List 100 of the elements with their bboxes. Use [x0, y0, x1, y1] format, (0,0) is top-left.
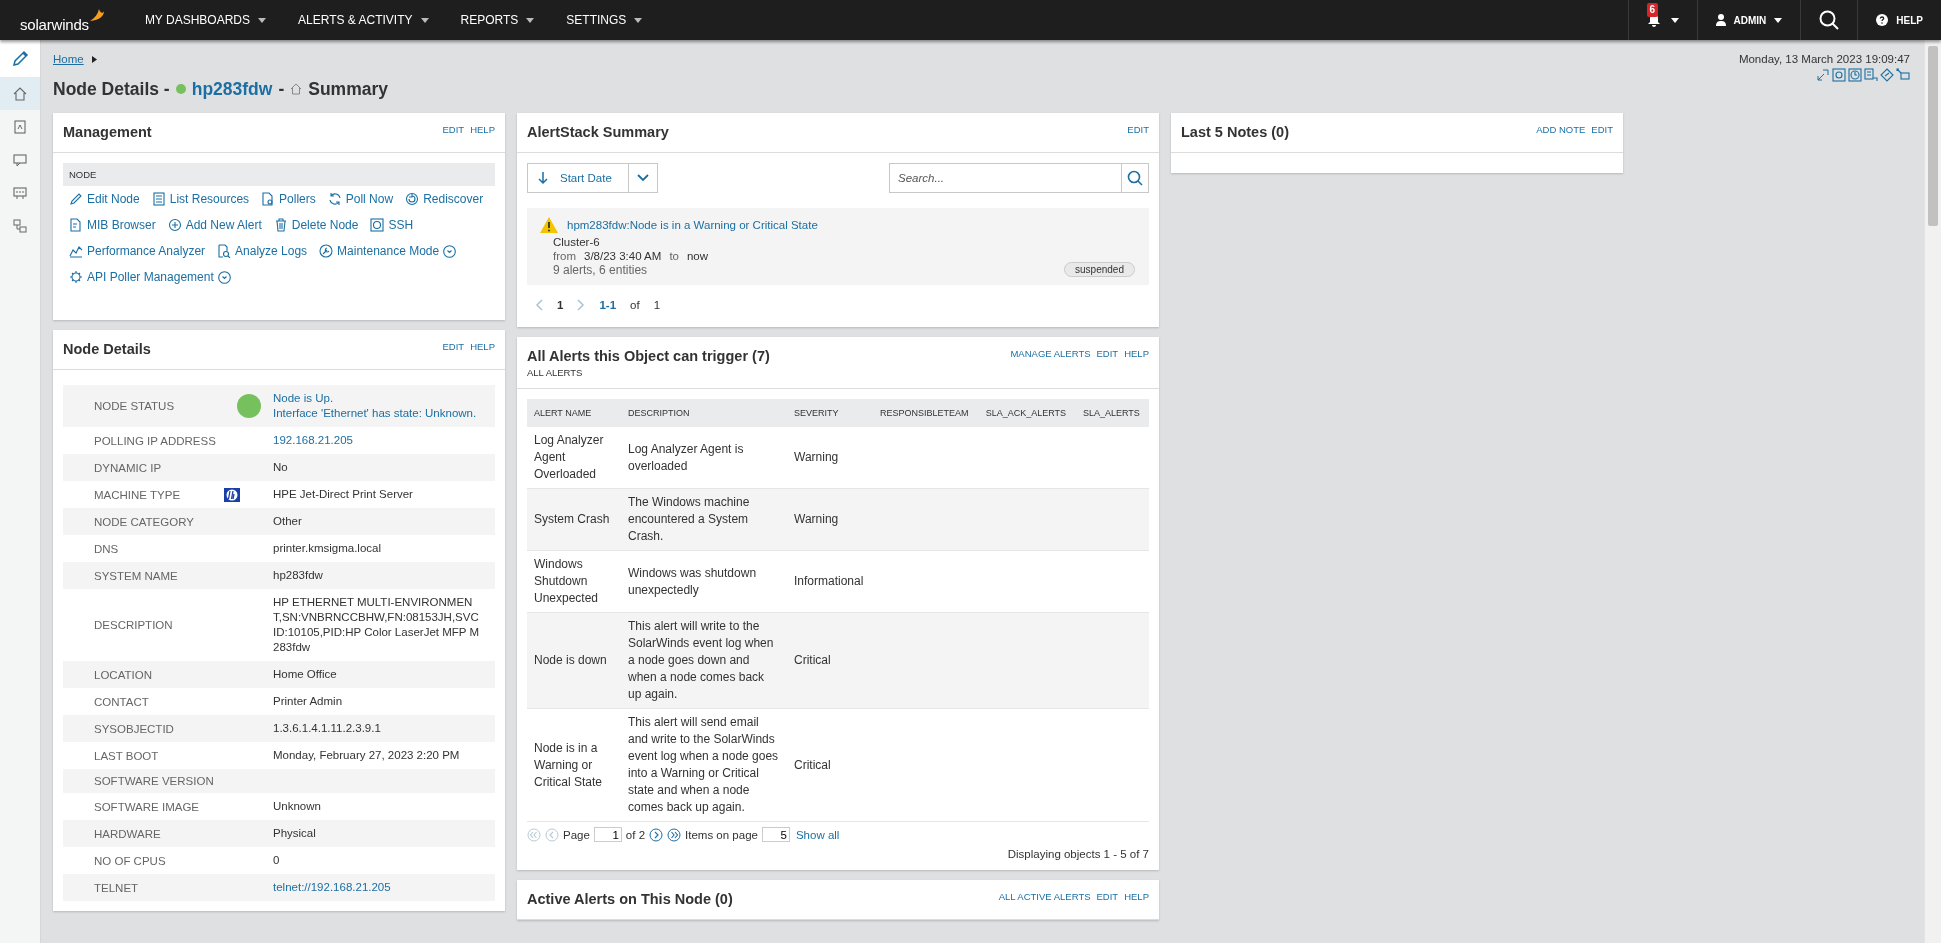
previous-page-icon[interactable] — [545, 827, 559, 842]
to-label: to — [669, 250, 679, 262]
column-header: DESCRIPTION — [621, 399, 787, 427]
management-link[interactable]: Maintenance Mode — [337, 244, 440, 258]
panel-action-link[interactable]: EDIT — [1127, 124, 1149, 142]
items-field[interactable]: 5 — [761, 827, 790, 842]
warning-icon — [539, 216, 559, 234]
panel-action-link[interactable]: HELP — [1124, 891, 1149, 909]
field-value: HPE Jet-Direct Print Server — [273, 488, 413, 500]
field-label: SYSOBJECTID — [63, 715, 224, 742]
management-link[interactable]: MIB Browser — [87, 218, 156, 232]
notification-badge: 6 — [1646, 3, 1659, 17]
management-link[interactable]: Rediscover — [423, 192, 484, 206]
caret-icon — [1670, 17, 1679, 23]
list-icon — [151, 192, 166, 206]
chevron-left-icon[interactable] — [535, 299, 543, 311]
page-field[interactable]: 1 — [593, 827, 622, 842]
search-field[interactable]: Search... — [889, 163, 1121, 193]
panel-action-link[interactable]: MANAGE ALERTS — [1010, 348, 1091, 378]
field-label: HARDWARE — [63, 820, 224, 847]
user-icon — [1715, 14, 1726, 26]
nav-menu[interactable]: SETTINGS — [550, 0, 659, 40]
table-cell: Warning — [787, 427, 873, 489]
end-time: now — [686, 250, 709, 262]
scrollbar-thumb[interactable] — [1928, 46, 1938, 226]
table-cell: The Windows machine encountered a System Crash. — [621, 488, 787, 551]
page-number[interactable]: 1 — [557, 299, 564, 311]
panel-action-link[interactable]: EDIT — [1096, 348, 1119, 378]
management-link[interactable]: Poll Now — [345, 192, 394, 206]
items-label: Items on page — [685, 828, 758, 841]
alert-link[interactable]: hpm283fdw:Node is in a Warning or Critical State — [567, 219, 818, 231]
field-label: DYNAMIC IP — [63, 454, 224, 481]
management-link[interactable]: Delete Node — [291, 218, 359, 232]
table-cell: Warning — [787, 488, 873, 551]
notifications-button[interactable]: 6 — [1627, 0, 1697, 40]
chevron-down-icon[interactable] — [217, 270, 231, 284]
page-label: Page — [563, 828, 590, 841]
scrollbar[interactable] — [1924, 40, 1941, 943]
panel-title: All Alerts this Object can trigger (7) — [527, 348, 770, 364]
management-link[interactable]: Add New Alert — [185, 218, 262, 232]
panel-title: Management — [63, 124, 152, 140]
trash-icon — [273, 218, 288, 232]
caret-icon — [526, 17, 535, 23]
column-header: RESPONSIBLETEAM — [872, 399, 979, 427]
next-page-icon[interactable] — [649, 827, 664, 842]
home-icon — [290, 83, 303, 95]
table-cell: Node is down — [527, 612, 621, 709]
panel-action-link[interactable]: EDIT — [442, 124, 465, 142]
arrow-down-icon — [538, 171, 548, 185]
field-link[interactable]: 192.168.21.205 — [273, 434, 353, 446]
chevron-down-icon[interactable] — [443, 244, 457, 258]
management-link[interactable]: Performance Analyzer — [87, 244, 206, 258]
panel-action-link[interactable]: ADD NOTE — [1536, 124, 1586, 142]
panel-action-link[interactable]: EDIT — [442, 341, 465, 359]
panel-action-link[interactable]: EDIT — [1591, 124, 1613, 142]
date-time: Monday, 13 March 2023 19:09:47 — [1738, 53, 1910, 65]
first-page-icon[interactable] — [527, 827, 541, 842]
node-name[interactable]: hp283fdw — [191, 78, 273, 100]
search-icon — [1819, 10, 1840, 30]
user-menu[interactable]: ADMIN — [1696, 0, 1801, 40]
status-text[interactable]: Node is Up. — [273, 391, 481, 406]
chevron-right-icon[interactable] — [577, 299, 586, 311]
expand-icon[interactable] — [1816, 68, 1830, 82]
page-count: of 2 — [625, 828, 646, 841]
clock-icon[interactable] — [1848, 68, 1862, 82]
panel-title: Last 5 Notes (0) — [1181, 124, 1289, 140]
last-page-icon[interactable] — [667, 827, 682, 842]
table-cell: Node is in a Warning or Critical State — [527, 708, 621, 822]
status-badge: suspended — [1064, 262, 1135, 277]
edit-button[interactable] — [0, 40, 40, 77]
logo-text[interactable]: solarwinds — [20, 15, 89, 33]
hp-logo-icon — [224, 487, 240, 502]
show-all-link[interactable]: Show all — [795, 828, 840, 841]
panel-action-link[interactable]: HELP — [470, 124, 495, 142]
pencil-icon — [11, 49, 29, 68]
field-value: HP ETHERNET MULTI-ENVIRONMENT,SN:VNBRNCCBHW,FN:08153JH,SVCID:10105,PID:HP Color LaserJet MFP M283fdw — [273, 596, 480, 653]
management-link[interactable]: API Poller Management — [87, 270, 214, 284]
management-link[interactable]: Analyze Logs — [235, 244, 308, 258]
field-value: 1.3.6.1.4.1.11.2.3.9.1 — [273, 722, 381, 734]
diamond-icon[interactable] — [1880, 68, 1894, 82]
breadcrumb-link[interactable]: Home — [53, 53, 84, 65]
alert-counts: 9 alerts, 6 entities — [553, 263, 648, 277]
field-value: Home Office — [273, 668, 337, 680]
panel-action-link[interactable]: HELP — [470, 341, 495, 359]
panel-action-link[interactable]: EDIT — [1096, 891, 1119, 909]
panel-action-link[interactable]: ALL ACTIVE ALERTS — [998, 891, 1091, 909]
management-link[interactable]: Edit Node — [87, 192, 140, 206]
management-link[interactable]: List Resources — [169, 192, 250, 206]
nav-menu[interactable]: ALERTS & ACTIVITY — [282, 0, 445, 40]
management-link[interactable]: SSH — [388, 218, 414, 232]
nav-menu[interactable]: MY DASHBOARDS — [128, 0, 282, 40]
nav-menu[interactable]: REPORTS — [444, 0, 551, 40]
management-link[interactable]: Pollers — [279, 192, 316, 206]
table-cell: Windows Shutdown Unexpected — [527, 550, 621, 613]
status-text[interactable]: Interface 'Ethernet' has state: Unknown. — [273, 406, 481, 421]
panel-action-link[interactable]: HELP — [1124, 348, 1149, 378]
field-link[interactable]: telnet://192.168.21.205 — [273, 881, 391, 893]
from-label: from — [553, 250, 576, 262]
help-button[interactable]: HELP — [1857, 0, 1941, 40]
table-cell: Critical — [787, 708, 873, 822]
